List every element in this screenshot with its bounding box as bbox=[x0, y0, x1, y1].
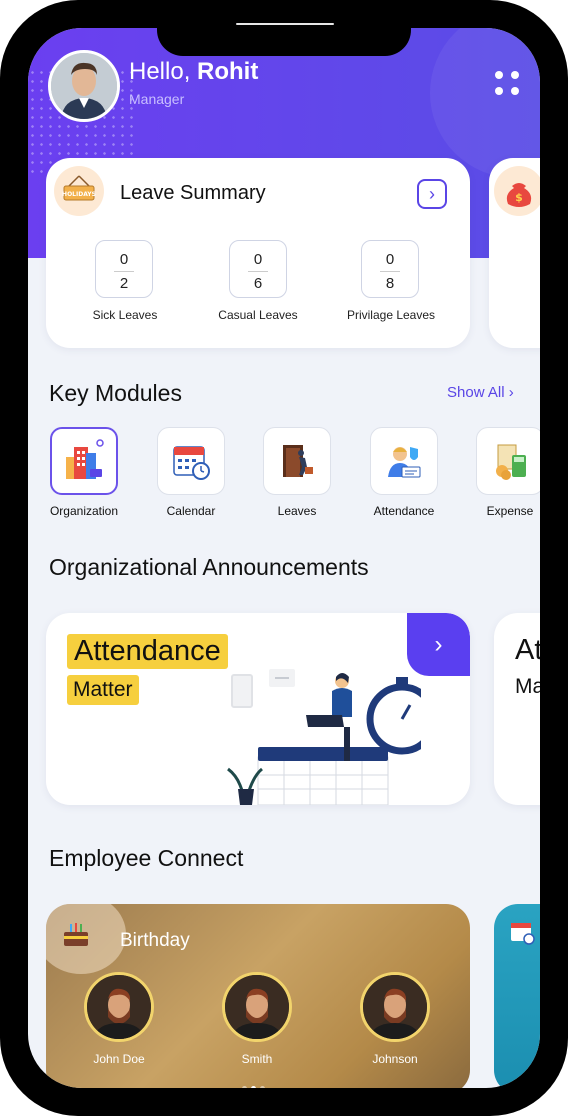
menu-grid-icon[interactable] bbox=[492, 68, 522, 98]
next-connect-card[interactable] bbox=[494, 904, 540, 1088]
module-attendance-label: Attendance bbox=[373, 504, 435, 518]
leave-summary-open-button[interactable]: › bbox=[417, 179, 447, 209]
announcement-card[interactable]: Attendance Matter › bbox=[46, 613, 470, 805]
casual-leaves-label: Casual Leaves bbox=[218, 308, 298, 322]
chevron-right-icon: › bbox=[508, 384, 514, 401]
pager-dot[interactable] bbox=[242, 1086, 247, 1088]
door-exit-icon bbox=[283, 445, 313, 477]
next-announcement-headline: At bbox=[515, 634, 540, 666]
calendar-icon bbox=[511, 923, 535, 945]
employee-connect-title: Employee Connect bbox=[49, 845, 244, 871]
chevron-right-icon: › bbox=[434, 630, 443, 658]
cake-icon bbox=[64, 923, 88, 946]
show-all-label: Show All bbox=[447, 384, 505, 401]
module-organization-label: Organization bbox=[49, 504, 119, 518]
leave-summary-card[interactable]: HOLIDAYS Leave Summary › 0 2 Sick Leaves… bbox=[46, 158, 470, 348]
user-name: Rohit bbox=[197, 58, 259, 85]
header-decoration bbox=[430, 28, 540, 178]
money-calculator-icon bbox=[496, 444, 526, 480]
sick-leaves-counter: 0 2 bbox=[95, 240, 153, 298]
divider bbox=[380, 271, 400, 272]
phone-notch bbox=[157, 0, 411, 56]
avatar[interactable] bbox=[360, 972, 430, 1042]
key-modules-title: Key Modules bbox=[49, 380, 182, 406]
casual-leaves-total: 6 bbox=[253, 275, 263, 292]
privilage-leaves-used: 0 bbox=[385, 251, 395, 268]
module-leaves[interactable] bbox=[263, 427, 331, 495]
privilage-leaves-label: Privilage Leaves bbox=[346, 308, 436, 322]
birthday-person-name: John Doe bbox=[93, 1052, 145, 1066]
speaker-grille bbox=[236, 23, 334, 25]
chevron-right-icon: › bbox=[429, 183, 435, 204]
phone-frame: Hello, Rohit Manager HOLIDAYS Leave Summ… bbox=[0, 0, 568, 1116]
announcement-headline: Attendance bbox=[67, 634, 228, 669]
birthday-person-name: Smith bbox=[241, 1052, 273, 1066]
sick-leaves-total: 2 bbox=[119, 275, 129, 292]
sick-leaves-used: 0 bbox=[119, 251, 129, 268]
svg-text:$: $ bbox=[515, 191, 523, 204]
next-summary-card[interactable]: $ bbox=[489, 158, 540, 348]
announcement-subline: Matter bbox=[67, 675, 139, 705]
pager-dot[interactable] bbox=[260, 1086, 265, 1088]
holiday-sign-icon: HOLIDAYS bbox=[54, 166, 104, 216]
module-leaves-label: Leaves bbox=[277, 504, 317, 518]
money-bag-icon: $ bbox=[494, 166, 540, 216]
privilage-leaves-total: 8 bbox=[385, 275, 395, 292]
casual-leaves-counter: 0 6 bbox=[229, 240, 287, 298]
avatar[interactable] bbox=[84, 972, 154, 1042]
module-expense[interactable] bbox=[476, 427, 540, 495]
module-expense-label: Expense bbox=[486, 504, 534, 518]
module-calendar-label: Calendar bbox=[166, 504, 216, 518]
carousel-pager[interactable] bbox=[240, 1078, 267, 1088]
user-role: Manager bbox=[129, 91, 185, 107]
attendance-illustration bbox=[227, 669, 421, 805]
next-announcement-card[interactable]: At Ma bbox=[494, 613, 540, 805]
greeting: Hello, Rohit bbox=[129, 58, 258, 86]
privilage-leaves-counter: 0 8 bbox=[361, 240, 419, 298]
casual-leaves-used: 0 bbox=[253, 251, 263, 268]
show-all-link[interactable]: Show All › bbox=[447, 384, 514, 401]
divider bbox=[248, 271, 268, 272]
greeting-text: Hello, bbox=[129, 58, 191, 85]
next-announcement-subline: Ma bbox=[515, 675, 540, 698]
birthday-title: Birthday bbox=[120, 930, 190, 951]
svg-text:HOLIDAYS: HOLIDAYS bbox=[62, 191, 96, 198]
avatar[interactable] bbox=[48, 50, 120, 122]
module-calendar[interactable] bbox=[157, 427, 225, 495]
birthday-card[interactable]: Birthday John Doe Smith Johnson bbox=[46, 904, 470, 1088]
leave-summary-title: Leave Summary bbox=[120, 182, 266, 204]
building-icon bbox=[66, 439, 104, 479]
divider bbox=[114, 271, 134, 272]
pager-dot[interactable] bbox=[251, 1086, 256, 1088]
sick-leaves-label: Sick Leaves bbox=[92, 308, 158, 322]
announcements-title: Organizational Announcements bbox=[49, 554, 369, 580]
id-badge-icon bbox=[388, 447, 421, 478]
calendar-icon bbox=[173, 446, 210, 480]
module-attendance[interactable] bbox=[370, 427, 438, 495]
app-screen: Hello, Rohit Manager HOLIDAYS Leave Summ… bbox=[28, 28, 540, 1088]
avatar[interactable] bbox=[222, 972, 292, 1042]
module-organization[interactable] bbox=[50, 427, 118, 495]
birthday-person-name: Johnson bbox=[372, 1052, 418, 1066]
